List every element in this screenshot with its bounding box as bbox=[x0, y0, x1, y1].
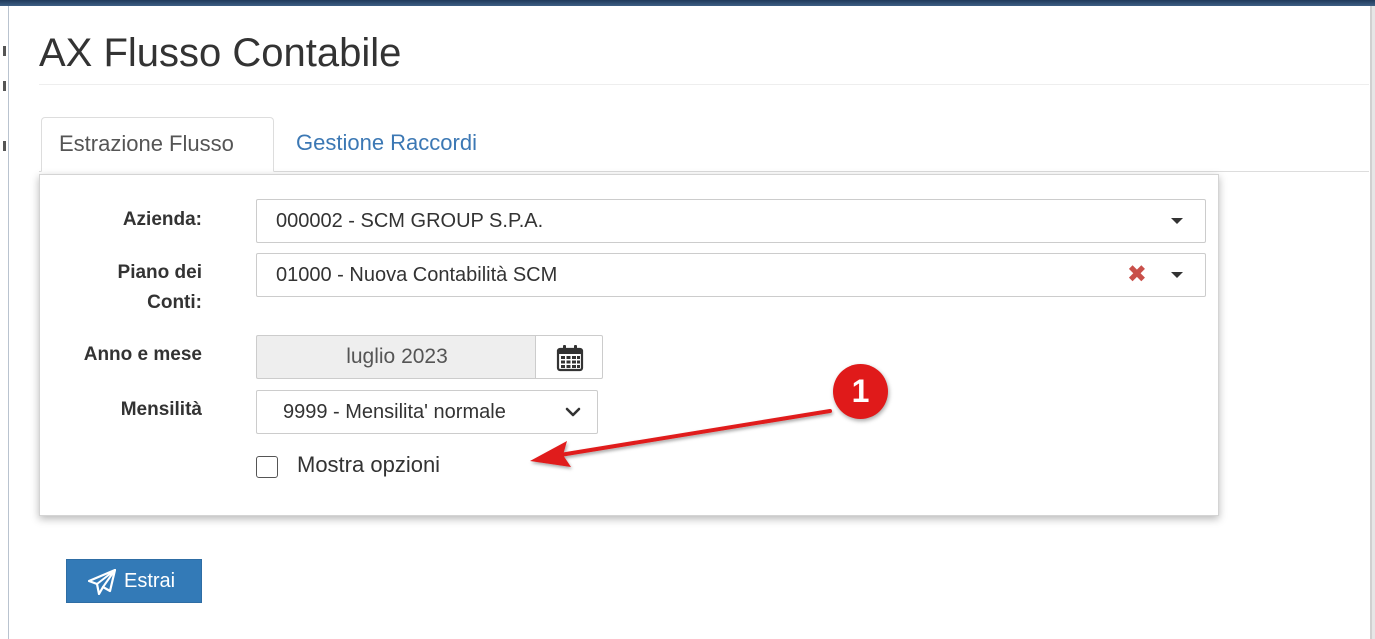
annotation-arrow bbox=[530, 409, 832, 467]
annotation-badge: 1 bbox=[833, 364, 888, 419]
